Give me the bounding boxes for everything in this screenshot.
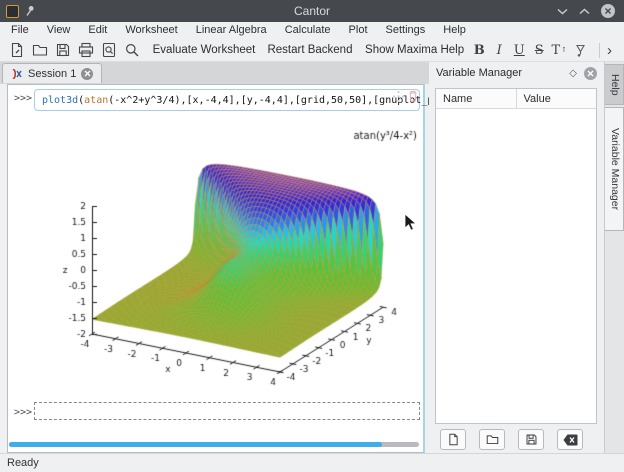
menu-view[interactable]: View [38, 22, 80, 39]
detach-panel-icon[interactable]: ◇ [569, 68, 577, 79]
vm-open-button[interactable] [479, 429, 505, 450]
menu-plot[interactable]: Plot [340, 22, 377, 39]
side-tab-variable-manager[interactable]: Variable Manager [605, 107, 624, 231]
variable-manager-panel: Variable Manager ◇ Name Value [429, 62, 604, 453]
app-icon [6, 5, 19, 18]
vm-save-button[interactable] [518, 429, 544, 450]
cantor-window: Cantor File View Edit Worksheet Linear A… [0, 0, 624, 472]
search-icon [124, 42, 140, 58]
preview-icon [101, 42, 117, 58]
open-button[interactable] [28, 40, 51, 60]
new-document-button[interactable] [5, 40, 28, 60]
find-button[interactable] [120, 40, 143, 60]
variable-table[interactable]: Name Value [435, 88, 597, 424]
session-tab-label: Session 1 [28, 68, 76, 80]
command-entry[interactable]: plot3d(atan(-x^2+y^3/4),[x,-4,4],[y,-4,4… [34, 89, 420, 111]
panel-close-button[interactable] [584, 67, 597, 80]
print-preview-button[interactable] [97, 40, 120, 60]
menu-linear-algebra[interactable]: Linear Algebra [187, 22, 276, 39]
underline-button[interactable]: U [509, 40, 529, 60]
document-new-icon [9, 42, 25, 58]
print-button[interactable] [74, 40, 97, 60]
close-icon [604, 7, 612, 15]
save-icon [55, 42, 71, 58]
statusbar: Ready [0, 453, 624, 472]
titlebar: Cantor [0, 0, 624, 22]
folder-icon [486, 433, 499, 446]
session-tab[interactable]: Session 1 [2, 63, 102, 83]
code-token: plot3d [42, 95, 78, 106]
cantor-icon [11, 68, 23, 80]
close-button[interactable] [601, 4, 615, 18]
save-button[interactable] [51, 40, 74, 60]
worksheet-tabbar: Session 1 [0, 62, 429, 84]
drag-handle-icon[interactable] [393, 91, 404, 102]
side-tab-strip: Help Variable Manager [604, 62, 624, 453]
worksheet[interactable]: >>> plot3d(atan(-x^2+y^3/4),[x,-4,4],[y,… [7, 84, 425, 453]
code-token: atan [84, 95, 108, 106]
menu-edit[interactable]: Edit [79, 22, 116, 39]
strikethrough-button[interactable]: S [529, 40, 549, 60]
restart-backend-label: Restart Backend [267, 44, 352, 56]
maximize-icon[interactable] [579, 8, 590, 15]
toolbar-overflow-button[interactable]: › [607, 42, 624, 59]
status-text: Ready [7, 457, 39, 469]
save-icon [525, 433, 538, 446]
column-header-value[interactable]: Value [517, 93, 597, 105]
close-icon [587, 70, 594, 77]
italic-button[interactable]: I [489, 40, 509, 60]
toolbar: Evaluate Worksheet Restart Backend Show … [0, 39, 624, 62]
document-new-icon [447, 433, 460, 446]
clear-icon [563, 434, 578, 446]
show-maxima-help-button[interactable]: Show Maxima Help [361, 40, 463, 60]
empty-command-entry[interactable] [34, 402, 420, 420]
side-tab-help[interactable]: Help [605, 64, 624, 105]
variable-manager-title: Variable Manager [436, 67, 522, 79]
bold-button[interactable]: B [469, 40, 489, 60]
pin-icon[interactable] [25, 5, 35, 17]
vm-new-button[interactable] [440, 429, 466, 450]
folder-icon [32, 42, 48, 58]
restart-backend-button[interactable]: Restart Backend [261, 40, 353, 60]
column-header-name[interactable]: Name [436, 89, 517, 108]
menu-calculate[interactable]: Calculate [276, 22, 340, 39]
menubar: File View Edit Worksheet Linear Algebra … [0, 22, 624, 39]
session-progressbar [9, 442, 419, 447]
minimize-icon[interactable] [557, 8, 568, 15]
menu-file[interactable]: File [2, 22, 38, 39]
menu-help[interactable]: Help [434, 22, 475, 39]
show-maxima-help-label: Show Maxima Help [365, 44, 464, 56]
session-tab-close-button[interactable] [81, 68, 93, 80]
main-area: Session 1 >>> plot3d(atan(-x^2+y^3/4),[x… [0, 62, 624, 453]
text-color-icon [573, 43, 588, 58]
toolbar-separator [599, 43, 600, 58]
evaluate-worksheet-label: Evaluate Worksheet [153, 44, 256, 56]
close-icon [84, 70, 91, 77]
prompt-label: >>> [14, 93, 32, 104]
superscript-arrow: ↑ [561, 46, 567, 54]
vm-clear-button[interactable] [557, 429, 583, 450]
evaluate-worksheet-button[interactable]: Evaluate Worksheet [149, 40, 254, 60]
second-prompt-label: >>> [14, 407, 32, 418]
text-color-button[interactable] [569, 40, 592, 60]
menu-worksheet[interactable]: Worksheet [116, 22, 186, 39]
window-title: Cantor [0, 4, 624, 18]
menu-settings[interactable]: Settings [377, 22, 435, 39]
mouse-cursor [404, 214, 417, 232]
plot3d-canvas [53, 115, 421, 405]
printer-icon [78, 42, 94, 58]
progress-fill [9, 442, 382, 447]
delete-entry-icon[interactable] [408, 90, 418, 102]
superscript-button[interactable]: T↑ [549, 40, 569, 60]
